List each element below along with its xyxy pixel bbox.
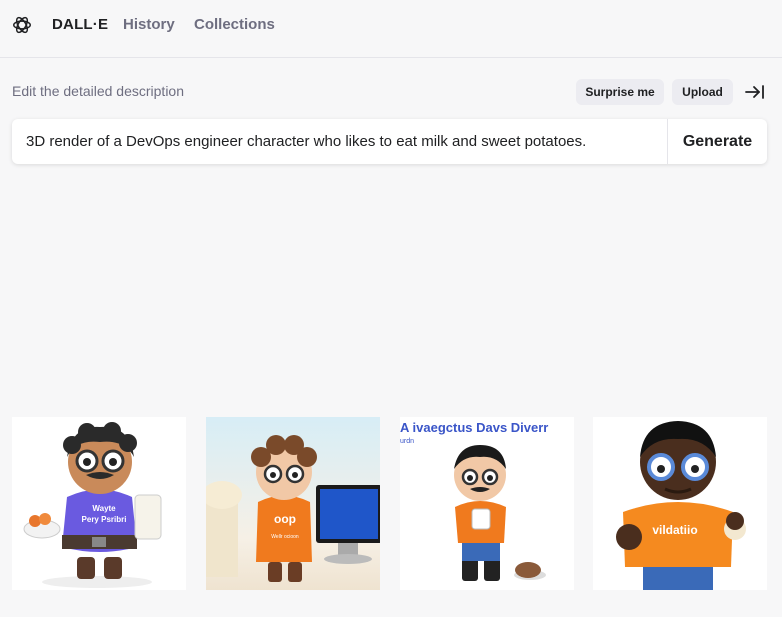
edit-description-label: Edit the detailed description: [12, 83, 184, 99]
brand-title[interactable]: DALL·E: [52, 16, 108, 33]
nav-history-link[interactable]: History: [123, 16, 175, 33]
result-3-headline: A ivaegctus Davs Diverr: [400, 420, 549, 435]
result-image-3[interactable]: A ivaegctus Davs Diverr urdn: [400, 417, 574, 590]
surprise-me-button[interactable]: Surprise me: [576, 79, 664, 105]
top-nav: DALL·E History Collections: [0, 0, 782, 58]
generate-button[interactable]: Generate: [668, 119, 767, 164]
result-1-shirt-text: Wayte Pery Psribri: [81, 504, 127, 524]
upload-button[interactable]: Upload: [672, 79, 733, 105]
nav-collections-link[interactable]: Collections: [194, 16, 275, 33]
result-2-shirt-text: oop: [274, 512, 296, 526]
result-2-shirt-subtext: Wellr ocioon: [271, 534, 299, 540]
devops-character-illustration: [454, 445, 546, 581]
result-image-2[interactable]: oop Wellr ocioon: [206, 417, 380, 590]
result-image-4[interactable]: vildatiio: [593, 417, 767, 590]
devops-character-illustration: [616, 421, 746, 590]
result-4-shirt-text: vildatiio: [652, 523, 698, 537]
collapse-panel-icon[interactable]: [744, 82, 766, 102]
result-3-subline: urdn: [400, 438, 415, 445]
result-image-1[interactable]: Wayte Pery Psribri: [12, 417, 186, 590]
prompt-input-box[interactable]: 3D render of a DevOps engineer character…: [12, 119, 767, 164]
prompt-input[interactable]: 3D render of a DevOps engineer character…: [26, 133, 586, 150]
openai-logo-icon[interactable]: [11, 14, 33, 36]
devops-character-illustration: [206, 435, 380, 582]
